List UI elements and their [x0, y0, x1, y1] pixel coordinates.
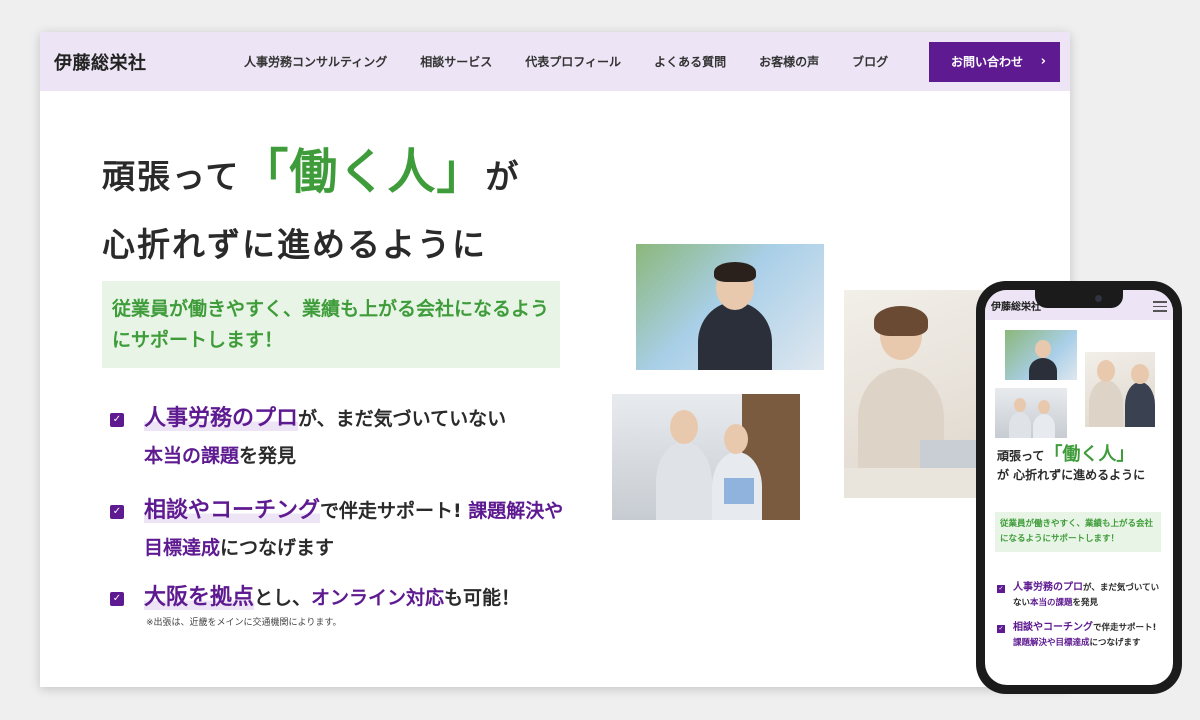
feature-highlight-2: 本当の課題: [144, 445, 240, 467]
hero-heading-highlight: 「働く人」: [240, 144, 486, 200]
contact-button-label: お問い合わせ: [951, 55, 1024, 69]
hero-heading-line1: 頑張って「働く人」が: [102, 132, 520, 202]
nav-item-faq[interactable]: よくある質問: [654, 53, 726, 70]
phone-heading-pre: 頑張って: [997, 449, 1045, 463]
phone-feature-item: ✓ 相談やコーチングで伴走サポート! 課題解決や目標達成につなげます: [997, 620, 1165, 651]
photo-office-meeting: [844, 290, 984, 498]
site-header: 伊藤総栄社 人事労務コンサルティング 相談サービス 代表プロフィール よくある質…: [40, 32, 1070, 91]
phone-feature-text: で伴走サポート!: [1093, 623, 1157, 633]
phone-logo[interactable]: 伊藤総栄社: [991, 298, 1041, 313]
nav-item-consulting[interactable]: 人事労務コンサルティング: [244, 53, 387, 70]
phone-hero-lead: 従業員が働きやすく、業績も上がる会社になるようにサポートします！: [995, 512, 1161, 552]
feature-text: が、まだ気づいていない: [298, 408, 507, 430]
contact-button[interactable]: お問い合わせ ›: [929, 41, 1060, 82]
phone-screen: 伊藤総栄社 頑張って「働く人」が 心折れずに進めるように 従業員が働きやすく、業…: [985, 290, 1173, 685]
hamburger-menu-icon[interactable]: [1153, 301, 1167, 315]
nav-item-profile[interactable]: 代表プロフィール: [525, 53, 621, 70]
phone-feature-highlight-2: 課題解決や目標達成: [1013, 638, 1090, 648]
feature-text-2: につなげます: [220, 537, 335, 559]
feature-text: で伴走サポート!: [320, 500, 469, 522]
chevron-right-icon: ›: [1040, 54, 1046, 69]
hero-heading-pre: 頑張って: [102, 157, 241, 196]
feature-highlight: 人事労務のプロ: [144, 406, 299, 431]
feature-item: ✓ 人事労務のプロが、まだ気づいていない本当の課題を発見: [110, 400, 570, 475]
check-icon: ✓: [110, 413, 124, 427]
check-icon: ✓: [997, 625, 1005, 633]
phone-heading-highlight: 「働く人」: [1044, 444, 1135, 465]
camera-icon: [1095, 295, 1102, 302]
phone-notch: [1035, 290, 1123, 308]
feature-text-2: を発見: [239, 445, 297, 467]
phone-feature-highlight: 人事労務のプロ: [1013, 582, 1083, 593]
phone-photo-office-meeting: [1085, 352, 1155, 427]
photo-businesswoman: [636, 244, 824, 370]
nav-item-blog[interactable]: ブログ: [852, 53, 888, 70]
hero-lead: 従業員が働きやすく、業績も上がる会社になるようにサポートします！: [102, 281, 560, 368]
phone-feature-highlight: 相談やコーチング: [1013, 622, 1093, 633]
phone-photo-businesswoman: [1005, 330, 1077, 380]
phone-feature-text-2: につなげます: [1089, 638, 1141, 648]
feature-highlight-2: オンライン対応: [311, 587, 445, 609]
phone-feature-text-2: を発見: [1072, 598, 1099, 608]
check-icon: ✓: [110, 505, 124, 519]
feature-item: ✓ 相談やコーチングで伴走サポート! 課題解決や目標達成につなげます: [110, 492, 570, 567]
check-icon: ✓: [997, 585, 1005, 593]
nav-item-service[interactable]: 相談サービス: [420, 53, 492, 70]
feature-highlight: 相談やコーチング: [144, 498, 321, 523]
feature-text: とし、: [254, 587, 312, 609]
site-logo[interactable]: 伊藤総栄社: [54, 49, 234, 75]
desktop-page: 伊藤総栄社 人事労務コンサルティング 相談サービス 代表プロフィール よくある質…: [40, 32, 1070, 687]
hero-heading-line2: 心折れずに進めるように: [102, 225, 487, 264]
check-icon: ✓: [110, 592, 124, 606]
feature-highlight: 大阪を拠点: [144, 585, 255, 610]
nav-item-voice[interactable]: お客様の声: [759, 53, 819, 70]
photo-workers: [612, 394, 800, 520]
phone-feature-highlight-2: 本当の課題: [1030, 598, 1073, 608]
phone-heading-post: が 心折れずに進めるように: [997, 468, 1146, 482]
feature-item: ✓ 大阪を拠点とし、オンライン対応も可能！ ※出張は、近畿をメインに交通機関によ…: [110, 579, 570, 628]
phone-hero-heading: 頑張って「働く人」が 心折れずに進めるように: [997, 445, 1167, 485]
feature-text-2: も可能！: [444, 587, 521, 609]
phone-feature-item: ✓ 人事労務のプロが、まだ気づいていない本当の課題を発見: [997, 580, 1165, 611]
phone-photo-workers: [995, 388, 1067, 438]
phone-mockup: 伊藤総栄社 頑張って「働く人」が 心折れずに進めるように 従業員が働きやすく、業…: [976, 281, 1182, 694]
hero-heading-post: が: [485, 157, 521, 196]
main-nav: 人事労務コンサルティング 相談サービス 代表プロフィール よくある質問 お客様の…: [244, 53, 921, 70]
